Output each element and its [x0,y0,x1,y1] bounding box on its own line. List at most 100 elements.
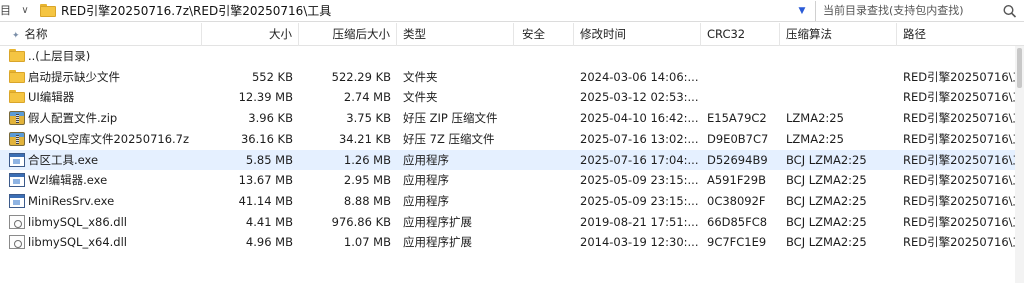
file-packed-size: 8.88 MB [343,193,391,208]
file-name: ..(上层目录) [0,46,202,67]
search-icon[interactable] [1002,4,1018,18]
column-header-method[interactable]: 压缩算法 [780,23,897,46]
file-packed-size: 976.86 KB [331,214,391,229]
file-modified: 2025-07-16 13:02:... [580,131,699,146]
file-method: BCJ LZMA2:25 [786,235,867,250]
column-header-crc32[interactable]: CRC32 [701,23,780,46]
application-icon [9,173,25,188]
column-header-packed-size[interactable]: 压缩后大小 [299,23,397,46]
file-crc32: D52694B9 [707,152,768,167]
address-left-fragment: 目 [0,4,11,17]
vertical-scrollbar[interactable] [1015,46,1024,283]
file-row[interactable]: libmySQL_x64.dll 4.96 MB 1.07 MB 应用程序扩展 … [0,232,1024,253]
search-input[interactable]: 当前目录查找(支持包内查找) [815,1,1024,21]
file-path: RED引擎20250716\工 [903,90,1024,105]
file-row[interactable]: UI编辑器 12.39 MB 2.74 MB 文件夹 2025-03-12 02… [0,87,1024,108]
file-row[interactable]: 假人配置文件.zip 3.96 KB 3.75 KB 好压 ZIP 压缩文件 2… [0,108,1024,129]
file-row[interactable]: ..(上层目录) [0,46,1024,67]
sort-arrow-icon: ✦ [12,31,20,41]
dll-file-icon [9,214,25,229]
file-type: 应用程序 [403,193,449,208]
file-size: 5.85 MB [245,152,293,167]
file-crc32: D9E0B7C7 [707,131,769,146]
file-path: RED引擎20250716\工 [903,131,1024,146]
file-path: RED引擎20250716\工 [903,152,1024,167]
file-modified: 2024-03-06 14:06:... [580,69,699,84]
archive-icon [9,111,25,126]
file-name: 启动提示缺少文件 [0,67,202,88]
file-path: RED引擎20250716\工 [903,235,1024,250]
file-name: MySQL空库文件20250716.7z [0,129,202,150]
file-packed-size: 522.29 KB [331,69,391,84]
file-method: LZMA2:25 [786,131,844,146]
file-size: 12.39 MB [238,90,293,105]
file-type: 文件夹 [403,69,438,84]
file-modified: 2025-05-09 23:15:... [580,173,699,188]
file-crc32: A591F29B [707,173,766,188]
file-crc32: 9C7FC1E9 [707,235,767,250]
file-packed-size: 1.26 MB [343,152,391,167]
file-name: libmySQL_x86.dll [0,212,202,233]
file-size: 552 KB [251,69,293,84]
chevron-down-icon[interactable]: ∨ [16,0,34,22]
file-modified: 2025-03-12 02:53:... [580,90,699,105]
file-modified: 2025-07-16 17:04:... [580,152,699,167]
file-row[interactable]: MySQL空库文件20250716.7z 36.16 KB 34.21 KB 好… [0,129,1024,150]
file-modified: 2014-03-19 12:30:... [580,235,699,250]
dll-file-icon [9,235,25,250]
file-method: BCJ LZMA2:25 [786,173,867,188]
file-row-selected[interactable]: 合区工具.exe 5.85 MB 1.26 MB 应用程序 2025-07-16… [0,149,1024,171]
file-packed-size: 2.74 MB [343,90,391,105]
file-path: RED引擎20250716\工 [903,214,1024,229]
column-header-path[interactable]: 路径 [897,23,1024,46]
file-type: 应用程序扩展 [403,235,472,250]
file-modified: 2019-08-21 17:51:... [580,214,699,229]
application-icon [9,152,25,167]
folder-icon [40,4,56,17]
column-header-type[interactable]: 类型 [397,23,514,46]
file-method: BCJ LZMA2:25 [786,214,867,229]
column-header-security[interactable]: 安全 [514,23,574,46]
file-path: RED引擎20250716\工 [903,69,1024,84]
folder-icon [9,90,25,104]
file-crc32: E15A79C2 [707,111,767,126]
file-modified: 2025-05-09 23:15:... [580,193,699,208]
file-packed-size: 34.21 KB [338,131,391,146]
file-name: 合区工具.exe [0,150,202,171]
scrollbar-thumb[interactable] [1017,48,1022,88]
file-name: 假人配置文件.zip [0,108,202,129]
file-type: 应用程序 [403,152,449,167]
file-size: 4.41 MB [245,214,293,229]
column-header-size[interactable]: 大小 [202,23,299,46]
file-size: 4.96 MB [245,235,293,250]
file-method: LZMA2:25 [786,111,844,126]
file-crc32: 0C38092F [707,193,766,208]
address-path[interactable]: RED引擎20250716.7z\RED引擎20250716\工具 [61,0,331,22]
file-type: 文件夹 [403,90,438,105]
column-header-name[interactable]: ✦ 名称 [0,23,202,46]
address-bar: 目 ∨ RED引擎20250716.7z\RED引擎20250716\工具 ▼ … [0,0,1024,22]
file-row[interactable]: 启动提示缺少文件 552 KB 522.29 KB 文件夹 2024-03-06… [0,67,1024,88]
file-modified: 2025-04-10 16:42:... [580,111,699,126]
file-path: RED引擎20250716\工 [903,173,1024,188]
column-header-modified[interactable]: 修改时间 [574,23,701,46]
folder-icon [9,49,25,62]
address-dropdown-icon[interactable]: ▼ [792,0,812,22]
file-row[interactable]: Wzl编辑器.exe 13.67 MB 2.95 MB 应用程序 2025-05… [0,170,1024,191]
file-row[interactable]: libmySQL_x86.dll 4.41 MB 976.86 KB 应用程序扩… [0,212,1024,233]
folder-icon [9,69,25,83]
application-icon [9,193,25,208]
file-row[interactable]: MiniResSrv.exe 41.14 MB 8.88 MB 应用程序 202… [0,191,1024,212]
file-type: 好压 7Z 压缩文件 [403,131,495,146]
file-name: UI编辑器 [0,87,202,108]
file-size: 41.14 MB [238,193,293,208]
file-size: 3.96 KB [248,111,293,126]
column-header-row: ✦ 名称 大小 压缩后大小 类型 安全 修改时间 CRC32 压缩算法 路径 [0,23,1024,46]
file-type: 应用程序 [403,173,449,188]
file-path: RED引擎20250716\工 [903,111,1024,126]
file-packed-size: 3.75 KB [346,111,391,126]
file-size: 36.16 KB [240,131,293,146]
archive-icon [9,131,25,146]
file-name: libmySQL_x64.dll [0,232,202,253]
file-type: 好压 ZIP 压缩文件 [403,111,498,126]
